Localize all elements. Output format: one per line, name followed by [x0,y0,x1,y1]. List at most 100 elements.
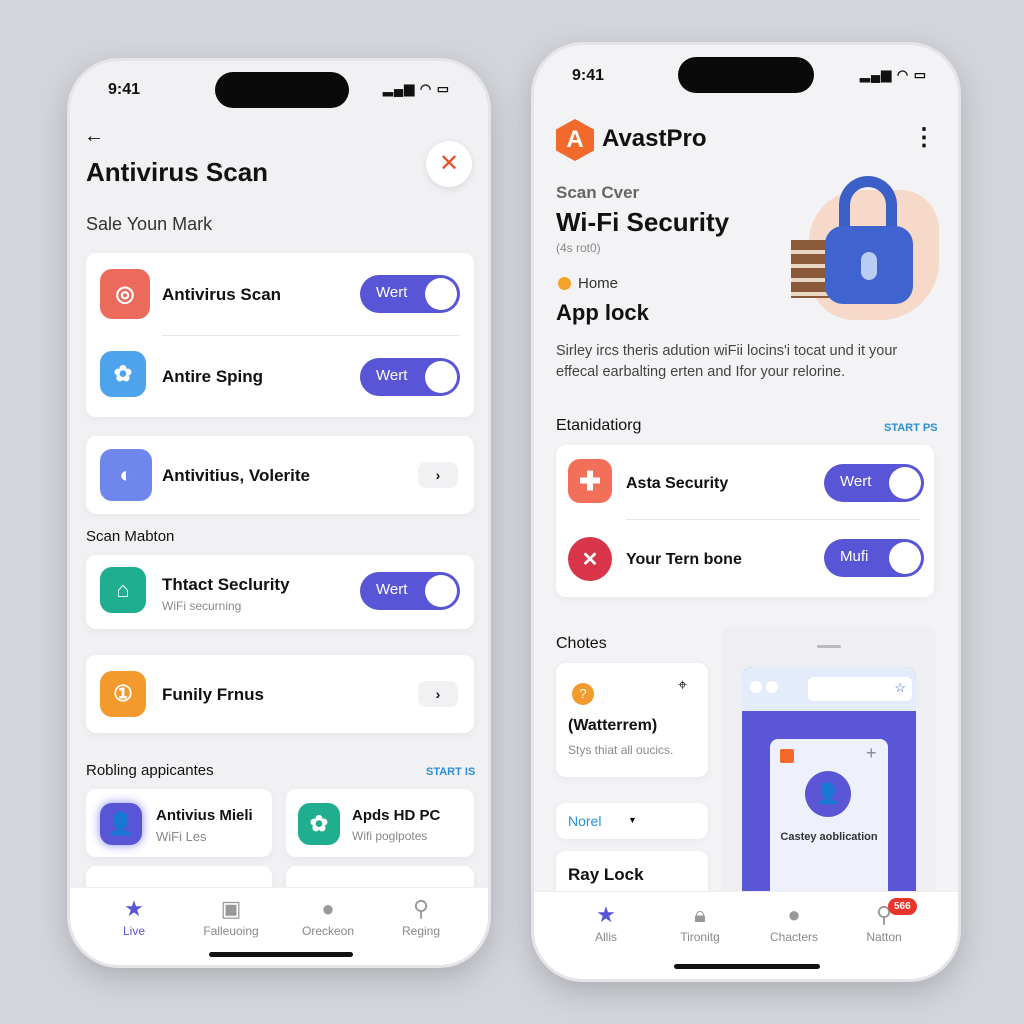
app-label: Antivius Mieli [156,807,253,824]
app-sublabel: Wifi poglpotes [352,829,428,843]
app-sublabel: WiFi Les [156,829,207,844]
avatar: 👤 [805,771,851,817]
app-icon: ✿ [100,351,146,397]
list-item-family[interactable]: ① Funily Frnus › [86,655,474,733]
app-card[interactable]: ✿ Apds HD PC Wifi poglpotes [286,789,474,857]
toggle-group: ✚ Asta Security Wert ✕ Your Tern bone Mu… [556,445,934,597]
app-card[interactable]: 👤 Antivius Mieli WiFi Les [86,789,272,857]
item-label: Your Tern bone [626,551,742,568]
toggle-label: Wert [376,284,408,301]
left-phone: 9:41 ▂▄▆ ◠ ▭ ← ✕ Antivirus Scan Sale You… [67,58,491,968]
nav-tironitg[interactable]: 🔒︎ Tironitg [660,902,740,944]
description: Sirley ircs theris adution wiFii locins'… [556,343,898,380]
close-button[interactable]: ✕ [426,141,472,187]
bag-icon: ⌂ [100,567,146,613]
section-title: Robling appicantes [86,762,214,779]
caret-down-icon: ▼ [628,815,637,825]
list-item-antivirus[interactable]: ◐ Antivitius, Volerite › [86,436,474,514]
status-time: 9:41 [108,81,141,98]
item-sublabel: WiFi securning [162,599,242,613]
drag-handle[interactable] [817,645,841,648]
preview-caption: Castey aoblication [780,831,878,843]
card-title: (Watterrem) [568,717,658,734]
close-icon: ✕ [438,150,460,177]
nav-falleuoing[interactable]: ▣ Falleuoing [191,896,271,938]
app-icon: ◐ [100,449,152,501]
toggle-group: ◎ Antivirus Scan Wert ✿ Antire Sping Wer… [86,253,474,417]
meta: (4s rot0) [556,241,601,255]
toggle-switch[interactable]: Wert [360,275,460,313]
dynamic-island [678,57,814,93]
pin-icon[interactable]: ⌖ [678,677,687,695]
status-icons: ▂▄▆ ◠ ▭ [383,81,451,96]
item-label: Funily Frnus [162,685,264,704]
toggle-label: Wert [376,367,408,384]
chevron-right-icon[interactable]: › [418,681,458,707]
nav-natton[interactable]: ⚲ Natton 566 [844,898,924,944]
section-title: Chotes [556,635,607,652]
plus-icon[interactable]: + [866,743,877,764]
item-label: Antivirus Scan [162,285,282,304]
start-link[interactable]: START IS [426,766,475,778]
plus-icon: ✚ [568,459,612,503]
home-dot-icon [558,277,571,290]
nav-label: Allis [594,930,617,944]
card-title: Ray Lock [568,865,644,884]
home-indicator [209,952,353,957]
app-lock-title: App lock [556,300,649,325]
page-title: Antivirus Scan [86,157,269,187]
nav-chacters[interactable]: ● Chacters [754,902,834,944]
back-icon[interactable]: ← [84,125,104,148]
dropdown[interactable]: Norel ▼ [556,803,708,839]
help-icon: ● [321,896,335,921]
app-preview: ☆ + 👤 Castey aoblication [722,625,936,927]
status-icons: ▂▄▆ ◠ ▭ [860,67,928,82]
camera-icon: ◎ [100,269,150,319]
home-label: Home [578,275,619,292]
toggle-switch[interactable]: Wert [360,572,460,610]
nav-label: Reging [401,924,441,938]
page-subtitle: Sale Youn Mark [86,214,213,234]
brand-logo: A [556,119,594,161]
toggle-label: Wert [376,581,408,598]
star-icon: ★ [596,902,616,927]
nav-allis[interactable]: ★ Allis [566,902,646,944]
nav-oreckeon[interactable]: ● Oreckeon [288,896,368,938]
nav-live[interactable]: ★ Live [94,896,174,938]
chevron-right-icon[interactable]: › [418,462,458,488]
logo-letter: A [566,126,584,153]
item-label: Asta Security [626,475,729,492]
toggle-switch[interactable]: Wert [360,358,460,396]
lock-icon: 🔒︎ [694,902,706,927]
watter-card[interactable]: ? ⌖ (Watterrem) Stys thiat all oucics. [556,663,708,777]
eyebrow: Scan Cver [556,183,640,202]
toggle-label: Mufi [840,548,869,565]
card-sub: Stys thiat all oucics. [568,743,674,757]
preview-browser: ☆ + 👤 Castey aoblication [742,667,916,927]
nav-reging[interactable]: ⚲ Reging [381,896,461,938]
start-link[interactable]: START PS [884,422,938,434]
list-item-security: ⌂ Thtact Seclurity WiFi securning Wert [86,555,474,629]
info-icon: ● [787,902,801,927]
block-icon: ✕ [568,537,612,581]
item-label: Thtact Seclurity [162,575,290,594]
divider [626,519,920,520]
bottom-nav: ★ Live ▣ Falleuoing ● Oreckeon ⚲ Reging [70,887,488,965]
address-bar[interactable]: ☆ [808,677,912,701]
app-label: Apds HD PC [352,807,441,824]
user-icon: 👤 [100,803,142,845]
section-title: Scan Mabton [86,528,175,545]
more-menu-icon[interactable]: ⋮ [912,123,936,152]
app-icon: ✿ [298,803,340,845]
item-label: Antivitius, Volerite [162,466,310,485]
nav-label: Oreckeon [301,924,355,938]
square-icon: ▣ [220,896,242,921]
heading: Wi-Fi Security [556,207,730,237]
notification-badge: 566 [888,898,917,915]
dropdown-value: Norel [568,813,602,829]
star-icon: ☆ [894,680,906,695]
divider [162,335,460,336]
nav-label: Live [122,924,145,938]
toggle-switch[interactable]: Mufi [824,539,924,577]
toggle-switch[interactable]: Wert [824,464,924,502]
